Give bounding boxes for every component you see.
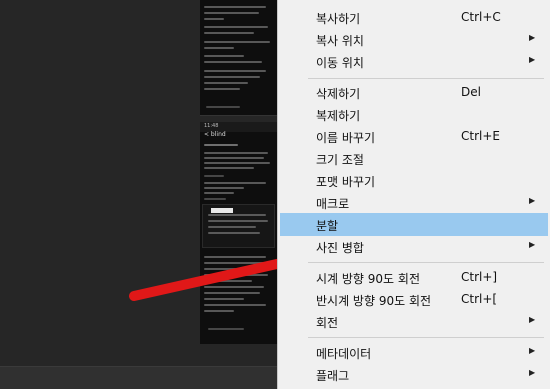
menu-item-복제하기[interactable]: 복제하기: [280, 103, 548, 126]
menu-item-회전[interactable]: 회전 ▶: [280, 310, 548, 333]
menu-item-삭제하기[interactable]: 삭제하기 Del: [280, 81, 548, 104]
menu-item-label: 분할: [316, 219, 339, 233]
menu-item-반시계-방향-90도-회전[interactable]: 반시계 방향 90도 회전 Ctrl+[: [280, 288, 548, 311]
context-menu: 복사하기 Ctrl+C 복사 위치 ▶ 이동 위치 ▶ 삭제하기 Del 복제하기이름 바꾸기 C…: [277, 0, 550, 389]
menu-item-shortcut: Ctrl+[: [461, 292, 498, 306]
submenu-arrow-icon: ▶: [529, 55, 536, 64]
image-workspace: 11:48 < blind: [0, 0, 277, 389]
submenu-arrow-icon: ▶: [529, 368, 536, 377]
menu-item-포맷-바꾸기[interactable]: 포맷 바꾸기: [280, 169, 548, 192]
screenshot-thumbnail-top[interactable]: [200, 0, 277, 116]
menu-separator: [308, 78, 544, 79]
menu-item-매크로[interactable]: 매크로 ▶: [280, 191, 548, 214]
menu-item-shortcut: Ctrl+]: [461, 270, 498, 284]
submenu-arrow-icon: ▶: [529, 33, 536, 42]
menu-item-shortcut: Del: [461, 85, 481, 99]
menu-item-분할[interactable]: 분할: [280, 213, 548, 236]
screenshot-thumbnail-bottom[interactable]: 11:48 < blind: [200, 122, 277, 344]
submenu-arrow-icon: ▶: [529, 240, 536, 249]
menu-item-label: 사진 병합: [316, 241, 364, 255]
menu-item-이동-위치[interactable]: 이동 위치 ▶: [280, 50, 548, 73]
menu-item-label: 반시계 방향 90도 회전: [316, 294, 432, 308]
menu-separator: [308, 337, 544, 338]
menu-item-shortcut: Ctrl+C: [461, 10, 501, 24]
menu-item-복사하기[interactable]: 복사하기 Ctrl+C: [280, 6, 548, 29]
menu-item-시계-방향-90도-회전[interactable]: 시계 방향 90도 회전 Ctrl+]: [280, 266, 548, 289]
menu-item-label: 포맷 바꾸기: [316, 175, 376, 189]
menu-item-메타데이터[interactable]: 메타데이터 ▶: [280, 341, 548, 364]
menu-item-label: 회전: [316, 316, 339, 330]
phone-back-label: < blind: [204, 131, 226, 138]
menu-item-사진-병합[interactable]: 사진 병합 ▶: [280, 235, 548, 258]
menu-item-label: 복사하기: [316, 12, 361, 26]
menu-item-label: 복사 위치: [316, 34, 364, 48]
submenu-arrow-icon: ▶: [529, 196, 536, 205]
menu-item-label: 복제하기: [316, 109, 361, 123]
menu-item-label: 매크로: [316, 197, 350, 211]
menu-separator: [308, 262, 544, 263]
submenu-arrow-icon: ▶: [529, 346, 536, 355]
menu-item-복사-위치[interactable]: 복사 위치 ▶: [280, 28, 548, 51]
menu-item-label: 시계 방향 90도 회전: [316, 272, 420, 286]
menu-item-label: 이름 바꾸기: [316, 131, 376, 145]
menu-item-플래그[interactable]: 플래그 ▶: [280, 363, 548, 386]
phone-time: 11:48: [204, 123, 219, 129]
menu-item-이름-바꾸기[interactable]: 이름 바꾸기 Ctrl+E: [280, 125, 548, 148]
status-bar: [0, 366, 277, 389]
menu-item-크기-조절[interactable]: 크기 조절: [280, 147, 548, 170]
menu-item-label: 플래그: [316, 369, 350, 383]
menu-item-label: 이동 위치: [316, 56, 364, 70]
menu-item-label: 메타데이터: [316, 347, 372, 361]
menu-item-label: 크기 조절: [316, 153, 364, 167]
menu-item-label: 삭제하기: [316, 87, 361, 101]
submenu-arrow-icon: ▶: [529, 315, 536, 324]
menu-item-shortcut: Ctrl+E: [461, 129, 500, 143]
